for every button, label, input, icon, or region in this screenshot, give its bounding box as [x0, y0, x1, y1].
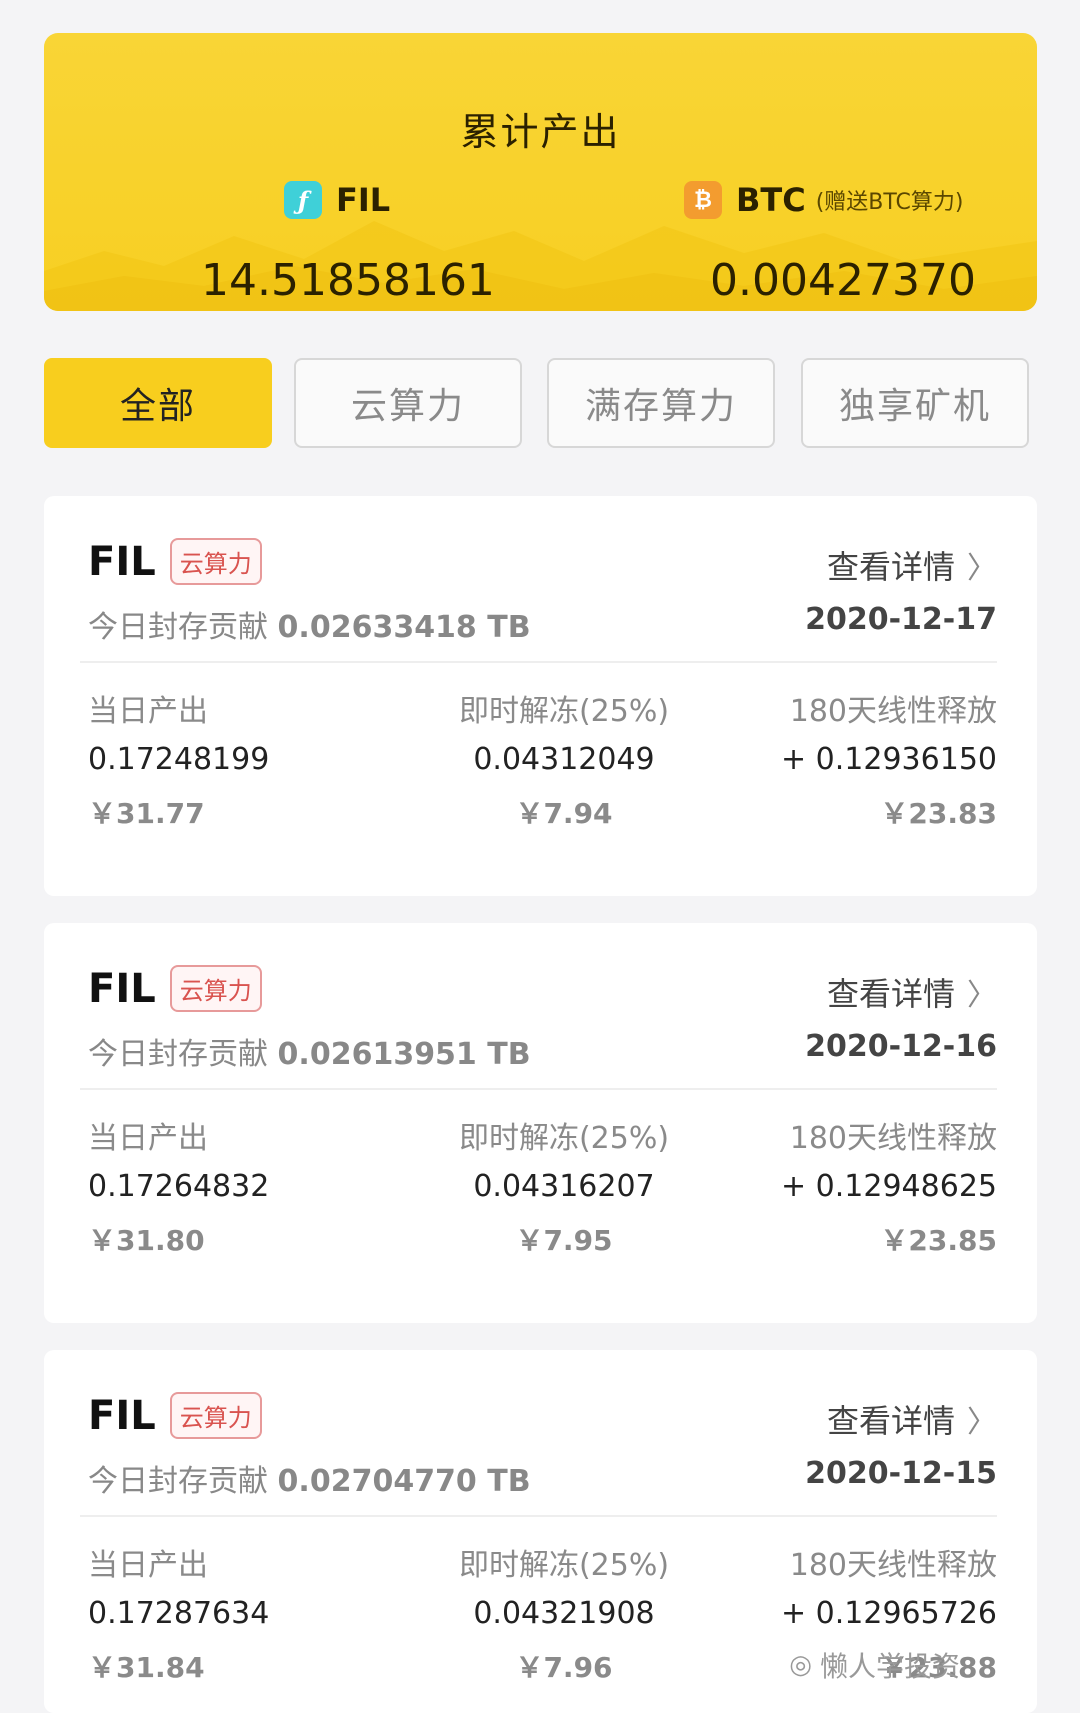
instant-unlock-rmb: ￥7.95: [515, 1224, 613, 1257]
btc-total-value: 0.00427370: [710, 255, 976, 306]
linear-release-value: + 0.12965726: [781, 1596, 997, 1631]
divider: [80, 1515, 997, 1517]
record-date: 2020-12-16: [805, 1029, 997, 1064]
instant-unlock-value: 0.04312049: [473, 742, 655, 777]
daily-output-rmb: ￥31.77: [88, 797, 205, 830]
linear-release-column: 180天线性释放 + 0.12948625 ￥23.85: [781, 1121, 997, 1257]
fil-label: ƒ FIL: [284, 181, 390, 219]
view-details-label: 查看详情: [826, 1402, 955, 1440]
divider: [80, 661, 997, 663]
linear-release-rmb: ￥23.85: [880, 1224, 997, 1257]
view-details-link[interactable]: 查看详情 〉: [827, 969, 997, 1015]
fil-symbol: FIL: [336, 181, 391, 219]
record-card: FIL 云算力 查看详情 〉 今日封存贡献 0.02613951 TB 2020…: [44, 923, 1037, 1323]
linear-release-rmb: ￥23.83: [880, 797, 997, 830]
record-date: 2020-12-17: [805, 602, 997, 637]
daily-output-value: 0.17248199: [88, 742, 270, 777]
tab-full-storage-power[interactable]: 满存算力: [547, 358, 775, 448]
filter-tabs: 全部 云算力 满存算力 独享矿机: [44, 358, 1037, 450]
tab-cloud-power[interactable]: 云算力: [294, 358, 522, 448]
chevron-right-icon: 〉: [967, 551, 997, 586]
btc-note: (赠送BTC算力): [815, 190, 964, 215]
watermark-text: 懒人学投资: [819, 1650, 960, 1683]
filecoin-icon: ƒ: [284, 181, 322, 219]
watermark: ◎ 懒人学投资: [789, 1645, 960, 1685]
bitcoin-icon: ₿: [684, 181, 722, 219]
record-seal-contribution: 今日封存贡献 0.02613951 TB: [88, 1037, 531, 1072]
tab-all[interactable]: 全部: [44, 358, 272, 448]
view-details-label: 查看详情: [826, 975, 955, 1013]
record-coin: FIL: [88, 965, 156, 1012]
divider: [80, 1088, 997, 1090]
daily-output-value: 0.17287634: [88, 1596, 270, 1631]
btc-label: ₿ BTC (赠送BTC算力): [684, 181, 963, 219]
instant-unlock-rmb: ￥7.96: [515, 1651, 613, 1684]
daily-output-column: 当日产出 0.17264832 ￥31.80: [88, 1121, 270, 1257]
daily-output-value: 0.17264832: [88, 1169, 270, 1204]
instant-unlock-value: 0.04321908: [473, 1596, 655, 1631]
daily-output-column: 当日产出 0.17287634 ￥31.84: [88, 1548, 270, 1684]
instant-unlock-column: 即时解冻(25%) 0.04321908 ￥7.96: [434, 1540, 694, 1686]
view-details-label: 查看详情: [826, 548, 955, 586]
chevron-right-icon: 〉: [967, 978, 997, 1013]
record-header: FIL 云算力: [88, 1392, 262, 1439]
daily-output-rmb: ￥31.84: [88, 1651, 205, 1684]
instant-unlock-rmb: ￥7.94: [515, 797, 613, 830]
btc-symbol: BTC: [736, 181, 806, 219]
linear-release-value: + 0.12948625: [781, 1169, 997, 1204]
instant-unlock-value: 0.04316207: [473, 1169, 655, 1204]
instant-unlock-column: 即时解冻(25%) 0.04316207 ￥7.95: [434, 1113, 694, 1259]
record-header: FIL 云算力: [88, 538, 262, 585]
linear-release-column: 180天线性释放 + 0.12936150 ￥23.83: [781, 694, 997, 830]
record-date: 2020-12-15: [805, 1456, 997, 1491]
wechat-icon: ◎: [789, 1650, 812, 1680]
linear-release-value: + 0.12936150: [781, 742, 997, 777]
summary-banner: 累计产出 ƒ FIL 14.51858161 ₿ BTC (赠送BTC算力) 0…: [44, 33, 1037, 311]
daily-output-rmb: ￥31.80: [88, 1224, 205, 1257]
record-seal-contribution: 今日封存贡献 0.02633418 TB: [88, 610, 531, 645]
record-badge: 云算力: [169, 538, 262, 585]
view-details-link[interactable]: 查看详情 〉: [827, 1396, 997, 1442]
summary-title: 累计产出: [460, 110, 621, 154]
record-coin: FIL: [88, 538, 156, 585]
record-badge: 云算力: [169, 1392, 262, 1439]
record-coin: FIL: [88, 1392, 156, 1439]
fil-total-value: 14.51858161: [201, 255, 495, 306]
record-header: FIL 云算力: [88, 965, 262, 1012]
tab-exclusive-miner[interactable]: 独享矿机: [801, 358, 1029, 448]
record-card: FIL 云算力 查看详情 〉 今日封存贡献 0.02633418 TB 2020…: [44, 496, 1037, 896]
chevron-right-icon: 〉: [967, 1405, 997, 1440]
record-badge: 云算力: [169, 965, 262, 1012]
record-seal-contribution: 今日封存贡献 0.02704770 TB: [88, 1464, 531, 1499]
instant-unlock-column: 即时解冻(25%) 0.04312049 ￥7.94: [434, 686, 694, 832]
daily-output-column: 当日产出 0.17248199 ￥31.77: [88, 694, 270, 830]
view-details-link[interactable]: 查看详情 〉: [827, 542, 997, 588]
